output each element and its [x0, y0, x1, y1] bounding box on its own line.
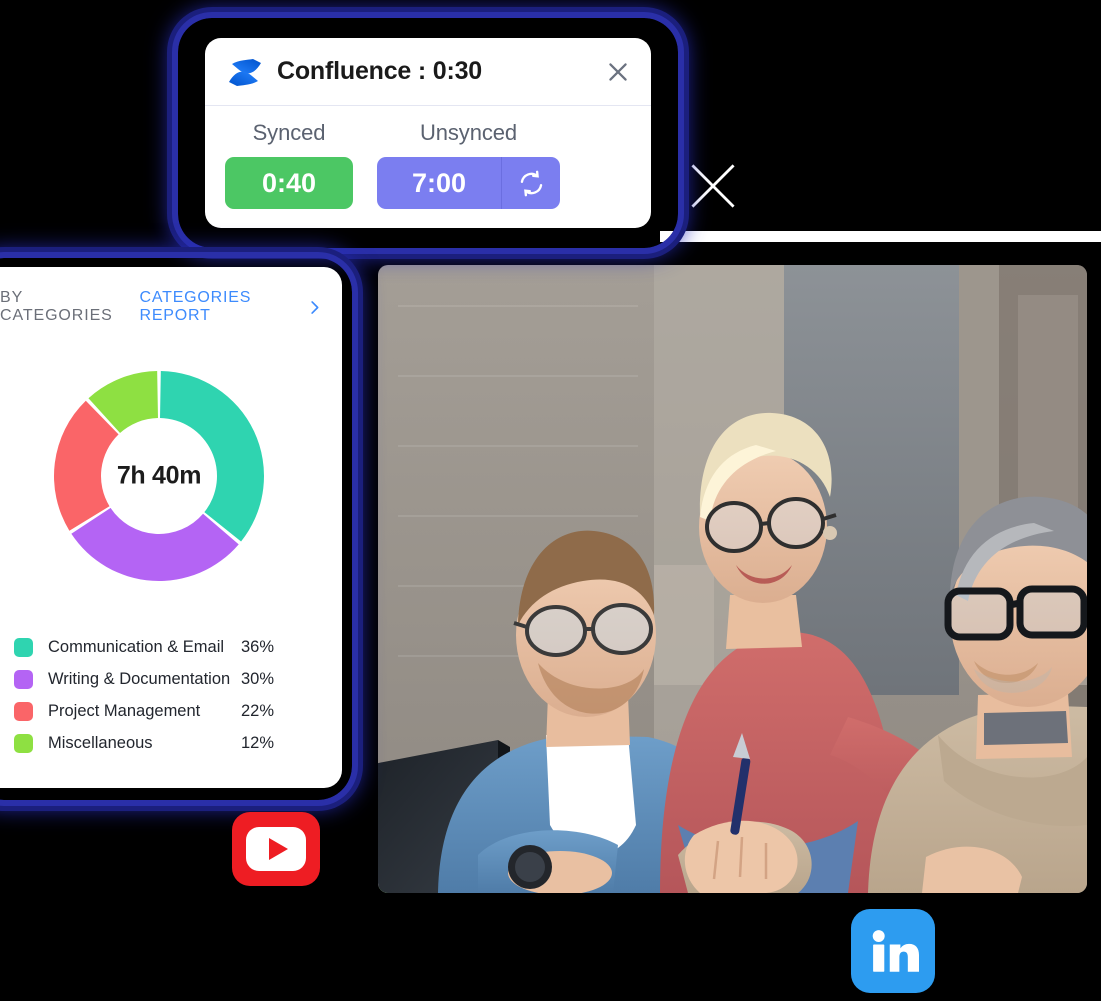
unsynced-column: Unsynced 7:00 — [377, 120, 560, 209]
legend-row[interactable]: Project Management 22% — [14, 695, 274, 727]
legend-percentage: 12% — [240, 733, 274, 752]
showcase-canvas: Confluence : 0:30 Synced 0:40 Unsynced 7… — [0, 0, 1101, 1001]
legend-color-swatch — [14, 733, 33, 753]
confluence-logo-icon — [225, 52, 265, 92]
unsynced-time-pill: 7:00 — [377, 157, 560, 209]
synced-label: Synced — [252, 120, 326, 145]
categories-legend: Communication & Email 36% Writing & Docume… — [14, 631, 342, 759]
popup-body: Synced 0:40 Unsynced 7:00 — [205, 106, 651, 209]
white-divider-strip — [660, 231, 1101, 242]
legend-percentage: 22% — [240, 701, 274, 720]
unsynced-label: Unsynced — [419, 120, 518, 145]
by-categories-label: BY CATEGORIES — [0, 289, 113, 324]
confluence-popup: Confluence : 0:30 Synced 0:40 Unsynced 7… — [205, 38, 651, 228]
donut-slice[interactable] — [160, 371, 264, 542]
synced-column: Synced 0:40 — [225, 120, 353, 209]
youtube-play-plate — [246, 827, 306, 871]
refresh-sync-icon[interactable] — [502, 170, 560, 197]
donut-center-total: 7h 40m — [116, 461, 202, 490]
x-twitter-logo-icon[interactable] — [687, 160, 739, 212]
team-photo-illustration — [378, 265, 1087, 893]
legend-label: Project Management — [48, 701, 201, 720]
popup-header: Confluence : 0:30 — [205, 38, 651, 106]
team-photo — [378, 265, 1087, 893]
legend-color-swatch — [14, 637, 33, 657]
close-icon[interactable] — [603, 57, 633, 87]
legend-row[interactable]: Miscellaneous 12% — [14, 727, 274, 759]
legend-color-swatch — [14, 701, 33, 721]
legend-label: Miscellaneous — [48, 733, 153, 752]
popup-title: Confluence : 0:30 — [277, 57, 482, 85]
legend-row[interactable]: Communication & Email 36% — [14, 631, 274, 663]
legend-color-swatch — [14, 669, 33, 689]
linkedin-in-glyph — [872, 930, 919, 972]
youtube-logo-icon[interactable] — [232, 812, 320, 886]
unsynced-time-value: 7:00 — [377, 157, 502, 209]
play-triangle-icon — [268, 838, 288, 860]
categories-report-link[interactable]: CATEGORIES REPORT — [139, 289, 291, 325]
linkedin-logo-icon[interactable] — [851, 909, 935, 993]
categories-donut-chart: 7h 40m — [48, 365, 270, 587]
legend-row[interactable]: Writing & Documentation 30% — [14, 663, 274, 695]
categories-card-header: BY CATEGORIES CATEGORIES REPORT — [0, 267, 342, 325]
legend-percentage: 30% — [240, 669, 274, 688]
legend-percentage: 36% — [240, 637, 274, 656]
legend-label: Writing & Documentation — [48, 669, 231, 688]
chevron-right-icon[interactable] — [305, 298, 324, 317]
legend-label: Communication & Email — [48, 637, 225, 656]
synced-time-pill[interactable]: 0:40 — [225, 157, 353, 209]
categories-card: BY CATEGORIES CATEGORIES REPORT 7h 40m C… — [0, 267, 342, 788]
